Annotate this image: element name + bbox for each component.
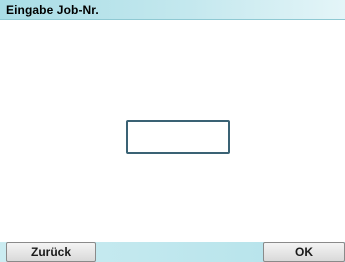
content-area (0, 20, 345, 242)
job-number-input[interactable] (126, 120, 230, 154)
back-button[interactable]: Zurück (6, 242, 96, 262)
title-bar: Eingabe Job-Nr. (0, 0, 345, 20)
ok-button[interactable]: OK (263, 242, 345, 262)
page-title: Eingabe Job-Nr. (6, 3, 99, 17)
job-number-dialog: Eingabe Job-Nr. Zurück OK (0, 0, 345, 262)
